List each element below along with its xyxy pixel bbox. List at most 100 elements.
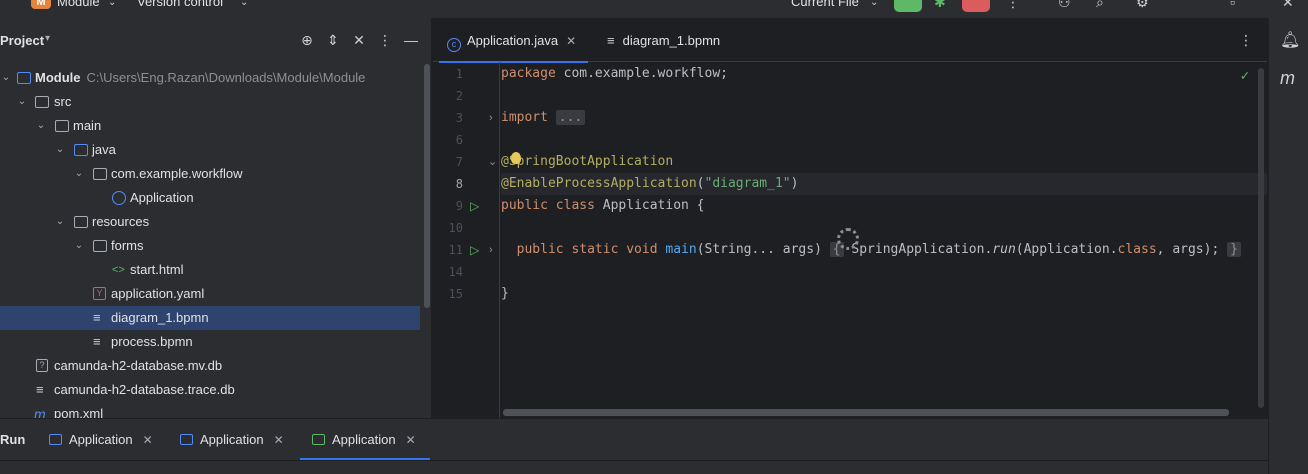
tree-row-package[interactable]: ⌄ com.example.workflow — [0, 162, 420, 186]
code-line-3: import ... — [501, 107, 1267, 129]
fold-expand-icon[interactable]: › — [489, 107, 493, 129]
chevron-down-icon[interactable]: ⌄ — [54, 210, 66, 234]
restore-window-icon[interactable]: ▫ — [1230, 0, 1235, 10]
chevron-down-icon: ⌄ — [108, 0, 117, 8]
tree-scrollbar[interactable] — [424, 64, 430, 308]
more-actions-icon[interactable]: ⋮ — [1006, 0, 1020, 11]
run-tab[interactable]: Application ✕ — [180, 419, 284, 460]
editor-gutter: 1 2 3 6 7 8 9 10 11 14 15 › ⌄ ▷ ▷ › — [433, 62, 500, 418]
module-folder-icon — [17, 72, 31, 84]
code-line-1: package com.example.workflow; — [501, 66, 728, 81]
collapse-all-icon[interactable]: ✕ — [351, 32, 367, 49]
tab-diagram-1-bpmn[interactable]: ≡ diagram_1.bpmn — [607, 18, 720, 62]
line-number: 11 — [448, 243, 463, 257]
chevron-down-icon[interactable]: ⌄ — [73, 162, 85, 186]
project-title[interactable]: Project — [0, 33, 44, 48]
tree-row-application[interactable]: Application — [0, 186, 420, 210]
code-line-9: public class Application { — [501, 198, 705, 213]
line-number: 10 — [448, 221, 463, 235]
tree-row-forms[interactable]: ⌄ forms — [0, 234, 420, 258]
code-editor[interactable]: package com.example.workflow; import ...… — [501, 62, 1267, 418]
tree-row-module[interactable]: ⌄ Module C:\Users\Eng.Razan\Downloads\Mod… — [0, 66, 420, 90]
close-icon[interactable]: ✕ — [406, 433, 416, 447]
tree-row-trace-db[interactable]: ≡ camunda-h2-database.trace.db — [0, 378, 420, 402]
tree-label: main — [73, 118, 102, 133]
text-file-icon: ≡ — [607, 33, 615, 48]
run-title[interactable]: Run — [0, 432, 25, 447]
tree-row-resources[interactable]: ⌄ resources — [0, 210, 420, 234]
tree-label: application.yaml — [111, 286, 205, 301]
tree-row-java[interactable]: ⌄ java — [0, 138, 420, 162]
settings-icon[interactable]: ⚙ — [1136, 0, 1149, 11]
notifications-icon[interactable]: 🔔︎ — [1280, 30, 1300, 50]
stop-button[interactable] — [962, 0, 990, 12]
close-window-icon[interactable]: ✕ — [1282, 0, 1294, 11]
no-problems-icon[interactable]: ✓ — [1241, 68, 1249, 84]
text-file-icon: ≡ — [36, 382, 44, 397]
chevron-down-icon[interactable]: ⌄ — [73, 234, 85, 258]
maven-icon[interactable]: m — [1280, 68, 1295, 89]
run-gutter-icon[interactable]: ▷ — [470, 195, 479, 217]
expand-all-icon[interactable]: ⇕ — [325, 32, 341, 49]
run-gutter-icon[interactable]: ▷ — [470, 239, 479, 261]
chevron-down-icon[interactable]: ⌄ — [0, 66, 12, 90]
tree-row-diagram-1[interactable]: ≡ diagram_1.bpmn — [0, 306, 420, 330]
fold-collapse-icon[interactable]: ⌄ — [488, 151, 497, 173]
main-toolbar: M Module ⌄ Version control ⌄ Current Fil… — [0, 0, 1308, 18]
tree-row-start-html[interactable]: <> start.html — [0, 258, 420, 282]
java-class-icon: c — [447, 38, 461, 52]
run-tab[interactable]: Application ✕ — [49, 419, 153, 460]
project-badge[interactable]: M — [31, 0, 51, 9]
chevron-down-icon[interactable]: ⌄ — [35, 114, 47, 138]
tab-label: Application.java — [467, 33, 559, 48]
tab-application-java[interactable]: c Application.java ✕ — [438, 18, 589, 63]
tree-label: com.example.workflow — [111, 166, 243, 181]
tree-label: java — [92, 142, 116, 157]
tree-label: resources — [92, 214, 150, 229]
run-tab-active[interactable]: Application ✕ — [300, 419, 430, 460]
tree-row-process[interactable]: ≡ process.bpmn — [0, 330, 420, 354]
chevron-down-icon: ⌄ — [870, 0, 879, 8]
source-folder-icon — [74, 144, 88, 156]
intention-bulb-icon[interactable] — [511, 152, 521, 164]
chevron-down-icon: ⌄ — [240, 0, 249, 8]
run-config-icon — [312, 434, 325, 445]
chevron-down-icon[interactable]: ⌄ — [54, 138, 66, 162]
close-icon[interactable]: ✕ — [274, 433, 284, 447]
tree-row-mv-db[interactable]: ? camunda-h2-database.mv.db — [0, 354, 420, 378]
editor-area: c Application.java ✕ ≡ diagram_1.bpmn ⋮ 1 2… — [433, 18, 1267, 418]
tree-row-src[interactable]: ⌄ src — [0, 90, 420, 114]
tree-row-pom[interactable]: m pom.xml — [0, 402, 420, 418]
java-class-icon — [112, 191, 126, 205]
vertical-scrollbar[interactable] — [1258, 68, 1264, 408]
tree-row-main[interactable]: ⌄ main — [0, 114, 420, 138]
tree-label: camunda-h2-database.trace.db — [54, 382, 235, 397]
folded-imports[interactable]: ... — [555, 110, 586, 125]
project-switcher[interactable]: Module — [57, 0, 100, 9]
tree-row-application-yaml[interactable]: Y application.yaml — [0, 282, 420, 306]
horizontal-scrollbar[interactable] — [503, 409, 1229, 416]
chevron-down-icon[interactable]: ⌄ — [16, 90, 28, 114]
run-button[interactable] — [894, 0, 922, 12]
folder-icon — [55, 120, 69, 132]
debug-icon[interactable]: ✱ — [934, 0, 946, 11]
text-file-icon: ≡ — [93, 310, 101, 325]
code-line-15: } — [501, 286, 509, 301]
search-icon[interactable]: ⌕ — [1096, 0, 1104, 11]
more-tabs-icon[interactable]: ⋮ — [1239, 32, 1253, 49]
run-config-selector[interactable]: Current File — [791, 0, 859, 9]
package-icon — [93, 168, 107, 180]
add-user-icon[interactable]: ⚇ — [1058, 0, 1071, 11]
close-icon[interactable]: ✕ — [566, 34, 576, 48]
options-icon[interactable]: ⋮ — [377, 32, 393, 49]
chevron-down-icon[interactable]: ▾ — [45, 33, 50, 44]
module-path: C:\Users\Eng.Razan\Downloads\Module\Modu… — [86, 70, 366, 85]
hide-panel-icon[interactable]: — — [403, 32, 419, 48]
vcs-widget[interactable]: Version control — [137, 0, 223, 9]
locate-file-icon[interactable]: ⊕ — [299, 32, 315, 49]
editor-tabs: c Application.java ✕ ≡ diagram_1.bpmn ⋮ — [433, 18, 1267, 63]
fold-expand-icon[interactable]: › — [489, 239, 493, 261]
code-line-8: @EnableProcessApplication("diagram_1") — [501, 173, 1267, 195]
close-icon[interactable]: ✕ — [143, 433, 153, 447]
code-line-11: public static void main(String... args) … — [501, 239, 1267, 261]
